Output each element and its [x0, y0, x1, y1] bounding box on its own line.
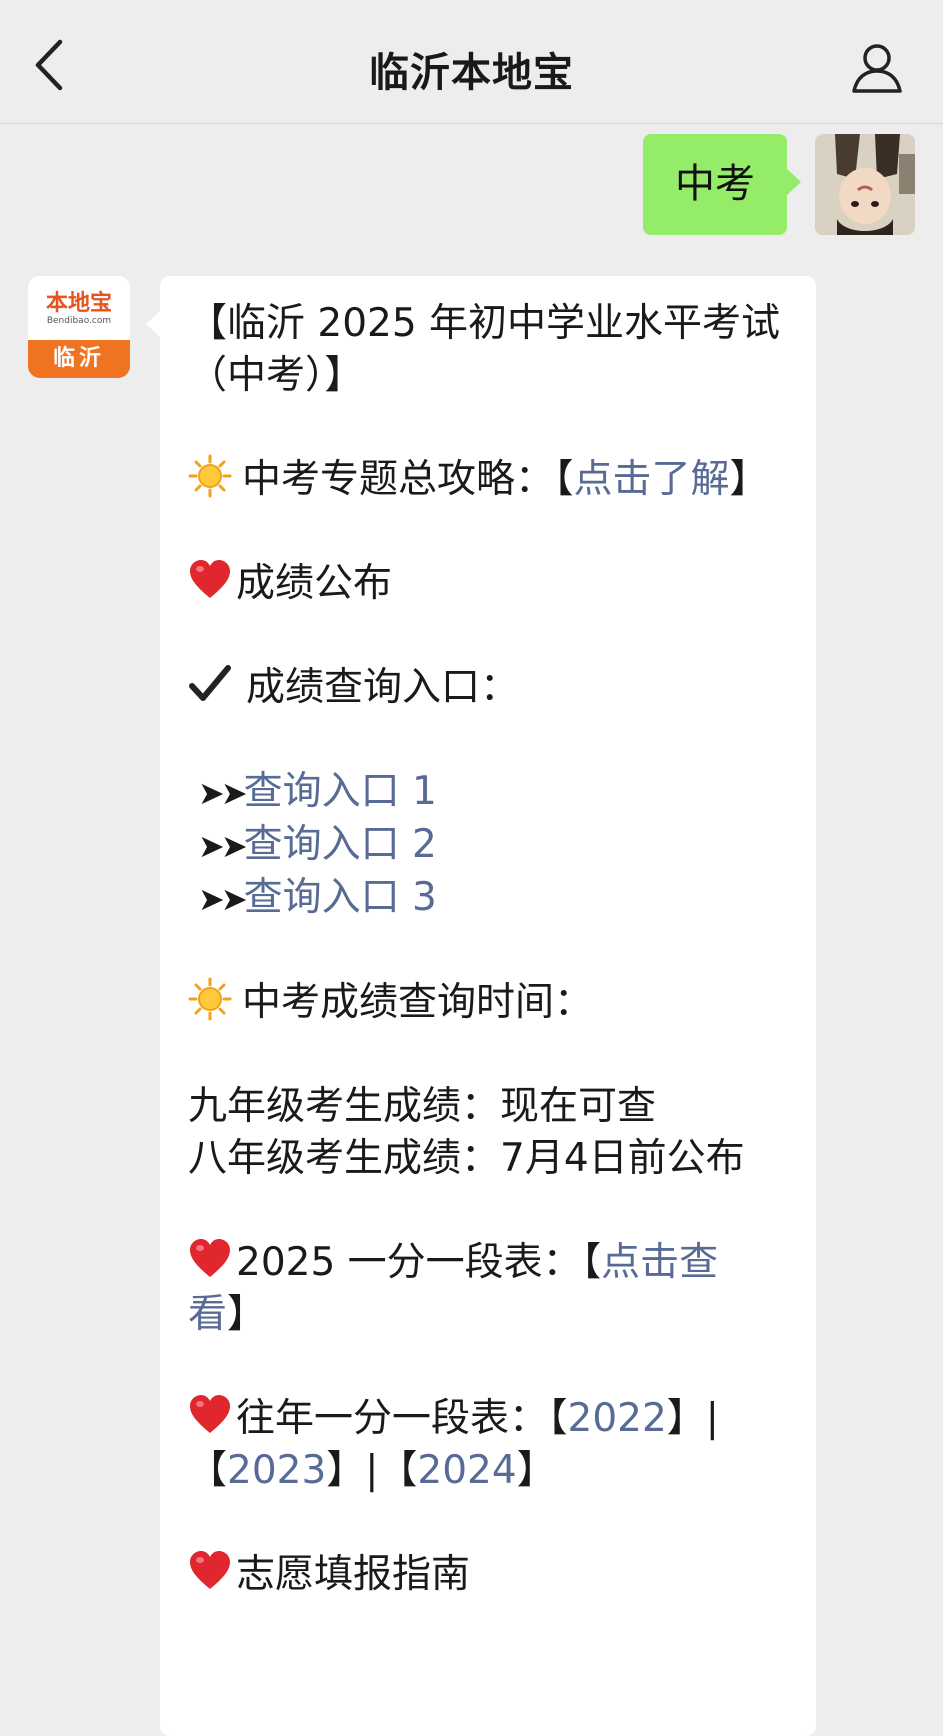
heart-emoji-icon	[190, 1395, 230, 1433]
past-2024-link[interactable]: 2024	[417, 1448, 516, 1493]
past-close: 】	[516, 1448, 556, 1493]
query-time-label: 中考成绩查询时间：	[242, 980, 594, 1025]
query-link-row-1: ➤➤查询入口 1	[188, 766, 788, 819]
query-link-2[interactable]: 查询入口 2	[244, 822, 437, 867]
profile-button[interactable]	[849, 40, 905, 96]
volunteer-line: 志愿填报指南	[188, 1549, 788, 1601]
user-avatar[interactable]	[815, 134, 915, 235]
arrow-icon: ➤➤	[198, 880, 248, 918]
grade9-line: 九年级考生成绩：现在可查	[188, 1084, 657, 1129]
query-time-line: 中考成绩查询时间：	[188, 977, 788, 1029]
outgoing-message-bubble[interactable]: 中考	[643, 134, 801, 235]
sun-emoji-icon	[188, 977, 232, 1021]
page-title: 临沂本地宝	[369, 50, 574, 96]
heart-emoji-icon	[190, 1239, 230, 1277]
past-2023-link[interactable]: 2023	[227, 1448, 326, 1493]
checkmark-emoji-icon	[189, 665, 231, 701]
official-account-avatar[interactable]: 本地宝 Bendibao.com 临沂	[28, 276, 130, 378]
query-link-1[interactable]: 查询入口 1	[244, 769, 437, 814]
past-2022-link[interactable]: 2022	[568, 1396, 667, 1441]
avatar-brand: 本地宝	[45, 289, 112, 316]
query-entry-label: 成绩查询入口：	[246, 665, 520, 710]
person-icon	[852, 44, 902, 93]
score-release-label: 成绩公布	[236, 561, 393, 606]
grade8-line: 八年级考生成绩：7月4日前公布	[188, 1136, 745, 1181]
score-release-line: 成绩公布	[188, 558, 788, 610]
table2025-label: 2025 一分一段表：【	[236, 1240, 602, 1285]
past-label: 往年一分一段表：【	[236, 1396, 568, 1441]
guide-label: 中考专题总攻略：【	[242, 457, 574, 502]
heart-emoji-icon	[190, 1551, 230, 1589]
query-link-row-3: ➤➤查询入口 3	[188, 872, 788, 925]
guide-line: 中考专题总攻略：【点击了解】	[188, 454, 788, 506]
query-entry-line: 成绩查询入口：	[188, 662, 788, 714]
table2025-line: 2025 一分一段表：【点击查看】	[188, 1237, 788, 1341]
outgoing-message-row: 中考	[643, 134, 915, 235]
avatar-logo-area: 本地宝 Bendibao.com	[28, 276, 130, 340]
query-link-3[interactable]: 查询入口 3	[244, 875, 437, 920]
top-navigation-bar: 临沂本地宝	[0, 0, 943, 124]
query-link-row-2: ➤➤查询入口 2	[188, 819, 788, 872]
arrow-icon: ➤➤	[198, 827, 248, 865]
user-avatar-image	[815, 134, 915, 235]
volunteer-label: 志愿填报指南	[236, 1552, 471, 1597]
reply-heading: 【临沂 2025 年初中学业水平考试（中考）】	[188, 301, 781, 398]
incoming-message-bubble: 【临沂 2025 年初中学业水平考试（中考）】 中考专题总攻略：【点击了解】 成…	[146, 276, 816, 1736]
avatar-brand-sub: Bendibao.com	[46, 315, 112, 326]
guide-close: 】	[729, 457, 769, 502]
table2025-close: 】	[227, 1292, 267, 1337]
sun-emoji-icon	[188, 454, 232, 498]
guide-link[interactable]: 点击了解	[574, 457, 730, 502]
avatar-city: 临沂	[28, 340, 130, 378]
separator: 】|【	[326, 1448, 418, 1493]
heart-emoji-icon	[190, 560, 230, 598]
arrow-icon: ➤➤	[198, 774, 248, 812]
past-tables-line: 往年一分一段表：【2022】|【2023】|【2024】	[188, 1393, 788, 1497]
